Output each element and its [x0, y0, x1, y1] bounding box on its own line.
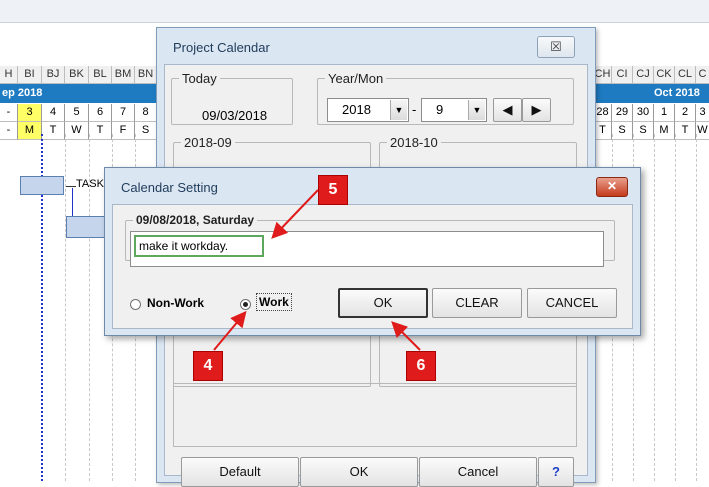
callout-arrow-6 [391, 321, 421, 351]
callout-arrow-4 [213, 310, 247, 351]
callout-badge-6: 6 [406, 351, 436, 381]
callout-badge-5: 5 [318, 175, 348, 205]
annotation-arrows [213, 189, 421, 351]
callout-arrow-5 [271, 189, 319, 239]
callout-badge-4: 4 [193, 351, 223, 381]
